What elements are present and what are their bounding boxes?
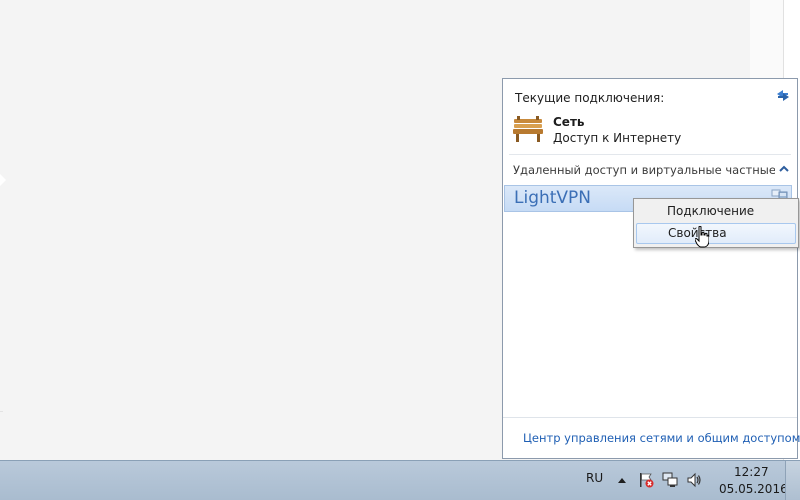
context-menu: Подключение Свойства bbox=[633, 198, 799, 248]
menu-item-connect[interactable]: Подключение bbox=[636, 201, 796, 222]
language-indicator[interactable]: RU bbox=[586, 471, 603, 485]
hand-cursor-icon bbox=[695, 226, 709, 248]
taskbar: RU 12:27 05.05.2016 bbox=[0, 460, 800, 500]
background-arrow-mark bbox=[0, 174, 6, 186]
show-desktop-button[interactable] bbox=[785, 461, 800, 500]
bench-network-icon bbox=[513, 116, 543, 142]
volume-icon[interactable] bbox=[686, 472, 702, 488]
menu-item-properties[interactable]: Свойства bbox=[636, 223, 796, 244]
vpn-connection-name: LightVPN bbox=[514, 188, 592, 208]
clock-date[interactable]: 05.05.2016 bbox=[719, 482, 788, 496]
refresh-connections-icon[interactable] bbox=[773, 85, 793, 105]
network-name: Сеть bbox=[553, 115, 585, 129]
network-tray-icon[interactable] bbox=[662, 472, 678, 488]
background-tick-mark bbox=[0, 411, 3, 412]
action-center-flag-icon[interactable] bbox=[638, 472, 654, 488]
vpn-section-label: Удаленный доступ и виртуальные частные с… bbox=[513, 163, 775, 177]
network-flyout: Текущие подключения: Сеть Доступ к Интер… bbox=[502, 78, 800, 459]
clock-time[interactable]: 12:27 bbox=[734, 465, 769, 479]
chevron-up-icon[interactable] bbox=[777, 163, 791, 175]
flyout-footer: Центр управления сетями и общим доступом bbox=[503, 417, 800, 458]
current-connections-label: Текущие подключения: bbox=[515, 91, 665, 105]
show-hidden-icons-arrow-icon[interactable] bbox=[617, 476, 627, 484]
menu-item-connect-label: Подключение bbox=[667, 204, 755, 218]
vpn-section-header[interactable]: Удаленный доступ и виртуальные частные с… bbox=[503, 155, 797, 181]
network-status: Доступ к Интернету bbox=[553, 131, 682, 145]
network-sharing-center-link[interactable]: Центр управления сетями и общим доступом bbox=[523, 431, 800, 445]
